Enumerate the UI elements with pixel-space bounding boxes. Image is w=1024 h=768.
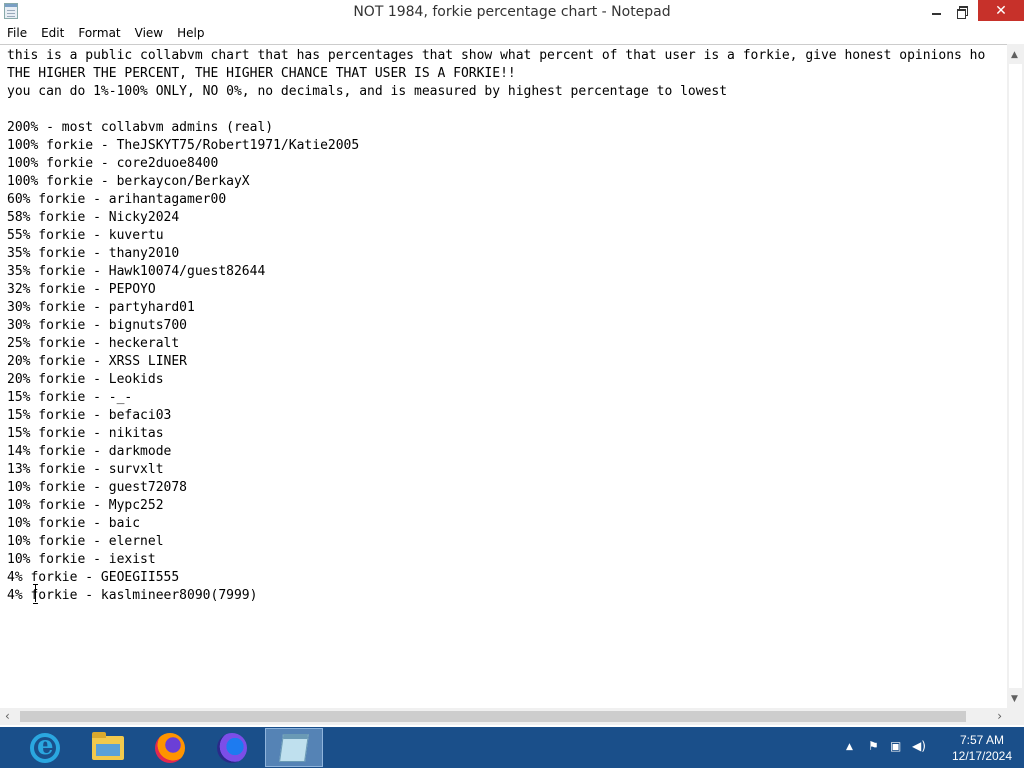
restore-button[interactable] bbox=[945, 0, 979, 21]
text-line[interactable]: 15% forkie - befaci03 bbox=[7, 407, 1003, 425]
network-icon[interactable]: ▣ bbox=[890, 739, 901, 753]
text-line[interactable]: 20% forkie - XRSS LINER bbox=[7, 353, 1003, 371]
text-line[interactable] bbox=[7, 101, 1003, 119]
taskbar-firefox-developer[interactable] bbox=[203, 728, 261, 767]
window-title: NOT 1984, forkie percentage chart - Note… bbox=[353, 4, 671, 20]
scroll-left-arrow-icon[interactable]: ‹ bbox=[5, 709, 10, 723]
text-line[interactable]: THE HIGHER THE PERCENT, THE HIGHER CHANC… bbox=[7, 65, 1003, 83]
restore-icon bbox=[957, 5, 968, 19]
taskbar-file-explorer[interactable] bbox=[79, 728, 137, 767]
horizontal-scroll-thumb[interactable] bbox=[20, 711, 966, 722]
text-line[interactable]: 30% forkie - bignuts700 bbox=[7, 317, 1003, 335]
scroll-up-arrow-icon[interactable]: ▲ bbox=[1011, 50, 1018, 60]
text-line[interactable]: 4% forkie - GEOEGII555 bbox=[7, 569, 1003, 587]
text-line[interactable]: 60% forkie - arihantagamer00 bbox=[7, 191, 1003, 209]
notepad-icon bbox=[279, 733, 309, 762]
text-line[interactable]: you can do 1%-100% ONLY, NO 0%, no decim… bbox=[7, 83, 1003, 101]
text-line[interactable]: 200% - most collabvm admins (real) bbox=[7, 119, 1003, 137]
text-editor[interactable]: this is a public collabvm chart that has… bbox=[0, 44, 1024, 708]
text-line[interactable]: 100% forkie - TheJSKYT75/Robert1971/Kati… bbox=[7, 137, 1003, 155]
text-cursor-icon bbox=[33, 584, 39, 604]
text-line[interactable]: 20% forkie - Leokids bbox=[7, 371, 1003, 389]
clock-time[interactable]: 7:57 AM bbox=[942, 733, 1022, 747]
menu-file[interactable]: File bbox=[0, 26, 34, 40]
text-line[interactable]: 25% forkie - heckeralt bbox=[7, 335, 1003, 353]
text-line[interactable]: 32% forkie - PEPOYO bbox=[7, 281, 1003, 299]
firefox-icon bbox=[155, 732, 185, 763]
text-line[interactable]: 15% forkie - -_- bbox=[7, 389, 1003, 407]
text-line[interactable]: this is a public collabvm chart that has… bbox=[7, 47, 1003, 65]
text-line[interactable]: 4% forkie - kaslmineer8090(7999) bbox=[7, 587, 1003, 605]
volume-icon[interactable]: ◀) bbox=[912, 739, 926, 753]
taskbar-internet-explorer[interactable] bbox=[16, 728, 74, 767]
text-line[interactable]: 13% forkie - survxlt bbox=[7, 461, 1003, 479]
horizontal-scrollbar[interactable]: ‹ › bbox=[0, 708, 1024, 725]
close-button[interactable]: ✕ bbox=[978, 0, 1024, 21]
action-center-flag-icon[interactable]: ⚑ bbox=[868, 739, 879, 753]
menu-edit[interactable]: Edit bbox=[34, 26, 71, 40]
vertical-scroll-thumb[interactable] bbox=[1009, 64, 1022, 688]
text-line[interactable]: 14% forkie - darkmode bbox=[7, 443, 1003, 461]
text-line[interactable]: 35% forkie - thany2010 bbox=[7, 245, 1003, 263]
text-line[interactable]: 10% forkie - baic bbox=[7, 515, 1003, 533]
menu-view[interactable]: View bbox=[128, 26, 170, 40]
text-line[interactable]: 10% forkie - elernel bbox=[7, 533, 1003, 551]
firefox-developer-icon bbox=[217, 732, 247, 763]
internet-explorer-icon bbox=[30, 731, 60, 763]
menu-bar: File Edit Format View Help bbox=[0, 23, 1024, 43]
show-hidden-icons-icon[interactable]: ▲ bbox=[846, 742, 853, 752]
clock-date[interactable]: 12/17/2024 bbox=[942, 749, 1022, 763]
text-line[interactable]: 100% forkie - core2duoe8400 bbox=[7, 155, 1003, 173]
taskbar-notepad[interactable] bbox=[265, 728, 323, 767]
text-line[interactable]: 10% forkie - iexist bbox=[7, 551, 1003, 569]
system-tray: ▲ ⚑ ▣ ◀) 7:57 AM 12/17/2024 bbox=[834, 727, 1024, 768]
scroll-down-arrow-icon[interactable]: ▼ bbox=[1011, 694, 1018, 704]
scroll-right-arrow-icon[interactable]: › bbox=[997, 709, 1002, 723]
taskbar: ▲ ⚑ ▣ ◀) 7:57 AM 12/17/2024 bbox=[0, 727, 1024, 768]
editor-content[interactable]: this is a public collabvm chart that has… bbox=[7, 47, 1003, 707]
text-line[interactable]: 30% forkie - partyhard01 bbox=[7, 299, 1003, 317]
text-line[interactable]: 15% forkie - nikitas bbox=[7, 425, 1003, 443]
file-explorer-icon bbox=[92, 731, 124, 760]
text-line[interactable]: 10% forkie - guest72078 bbox=[7, 479, 1003, 497]
text-line[interactable]: 10% forkie - Mypc252 bbox=[7, 497, 1003, 515]
menu-format[interactable]: Format bbox=[71, 26, 127, 40]
taskbar-firefox[interactable] bbox=[141, 728, 199, 767]
minimize-icon bbox=[931, 12, 941, 15]
vertical-scrollbar[interactable]: ▲ ▼ bbox=[1007, 44, 1024, 708]
text-line[interactable]: 35% forkie - Hawk10074/guest82644 bbox=[7, 263, 1003, 281]
text-line[interactable]: 58% forkie - Nicky2024 bbox=[7, 209, 1003, 227]
text-line[interactable]: 55% forkie - kuvertu bbox=[7, 227, 1003, 245]
text-line[interactable]: 100% forkie - berkaycon/BerkayX bbox=[7, 173, 1003, 191]
title-bar[interactable]: NOT 1984, forkie percentage chart - Note… bbox=[0, 0, 1024, 23]
menu-help[interactable]: Help bbox=[170, 26, 211, 40]
